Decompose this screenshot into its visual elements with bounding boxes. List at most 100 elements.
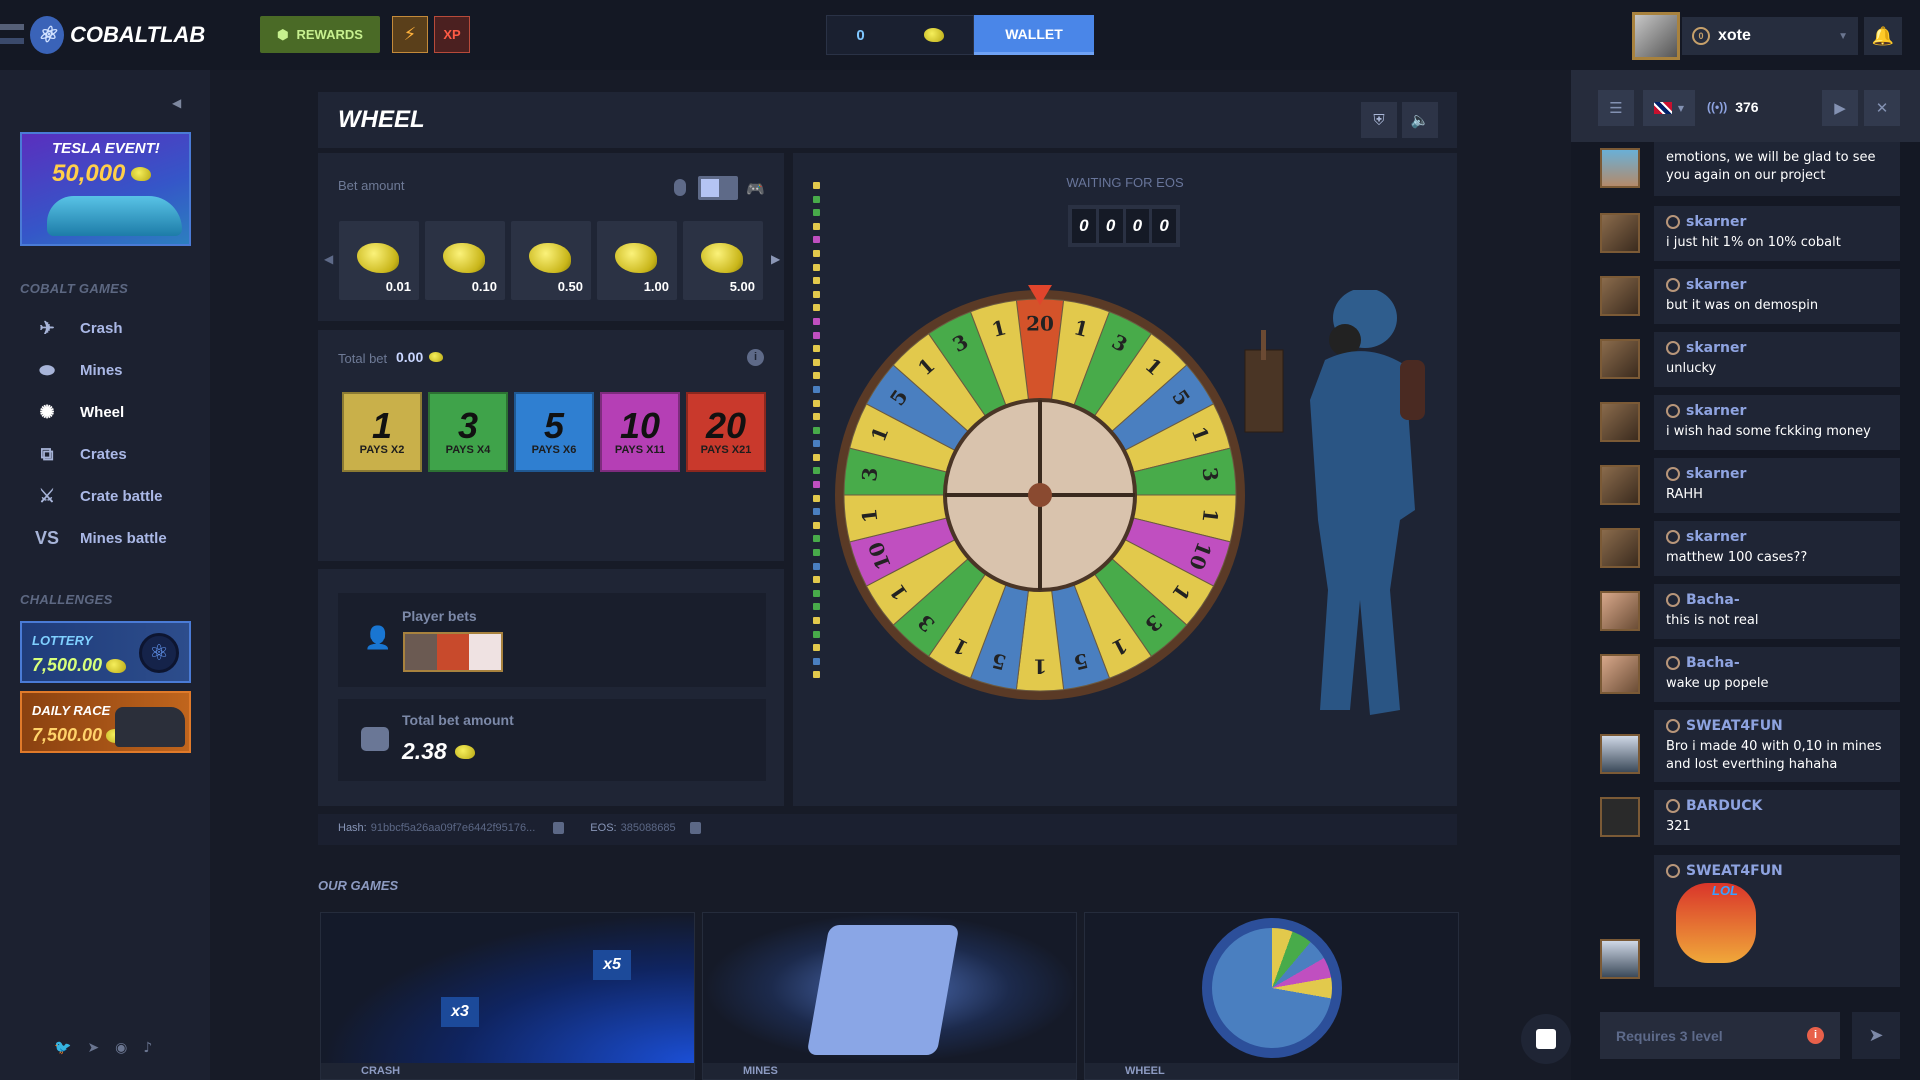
user-avatar[interactable] [1632, 12, 1680, 60]
bet-on-20-button[interactable]: 20 PAYS X21 [686, 392, 766, 472]
brand-logo[interactable]: ⚛ COBALTLAB [30, 16, 205, 54]
level-badge-icon [1666, 341, 1680, 355]
game-card-wheel[interactable]: WHEEL [1084, 912, 1459, 1080]
player-avatar[interactable] [469, 634, 501, 670]
sidebar-item-wheel[interactable]: ✺ Wheel [34, 397, 204, 427]
bet-chip-0.10[interactable]: 0.10 [425, 221, 505, 300]
chat-user-avatar[interactable] [1600, 939, 1640, 979]
bet-on-5-button[interactable]: 5 PAYS X6 [514, 392, 594, 472]
cobalt-nugget-icon [529, 243, 571, 273]
chat-user-avatar[interactable] [1600, 276, 1640, 316]
collapse-sidebar-icon[interactable]: ◀ [172, 96, 181, 110]
history-result-dot [813, 481, 820, 489]
discord-icon[interactable]: ◉ [115, 1040, 127, 1056]
landmine-icon: ⬬ [39, 359, 55, 380]
twitter-icon[interactable]: 🐦 [54, 1040, 71, 1056]
chat-user-avatar[interactable] [1600, 591, 1640, 631]
history-result-dot [813, 277, 820, 285]
level-badge-icon [1666, 799, 1680, 813]
sidebar-item-crate-battle[interactable]: ⚔ Crate battle [34, 481, 204, 511]
bet-chip-1.00[interactable]: 1.00 [597, 221, 677, 300]
crossed-swords-icon: ⚔ [38, 485, 56, 506]
chat-username[interactable]: skarner [1686, 466, 1746, 482]
chat-username[interactable]: skarner [1686, 214, 1746, 230]
bet-chip-5.00[interactable]: 5.00 [683, 221, 763, 300]
game-card-mines[interactable]: MINES [702, 912, 1077, 1080]
chat-user-avatar[interactable] [1600, 339, 1640, 379]
level-badge-icon [1666, 530, 1680, 544]
tesla-event-banner[interactable]: TESLA EVENT! 50,000 [20, 132, 191, 246]
telegram-icon[interactable]: ➤ [87, 1040, 99, 1056]
chat-username[interactable]: BARDUCK [1686, 798, 1762, 814]
xp-button[interactable]: XP [434, 16, 470, 53]
bet-chip-0.50[interactable]: 0.50 [511, 221, 591, 300]
chat-username[interactable]: SWEAT4FUN [1686, 718, 1783, 734]
input-mode-toggle[interactable] [698, 176, 738, 200]
sidebar-item-mines[interactable]: ⬬ Mines [34, 355, 204, 385]
history-result-dot [813, 358, 820, 366]
chips-scroll-left-icon[interactable]: ◀ [324, 252, 333, 266]
menu-icon[interactable] [0, 24, 24, 44]
support-chat-button[interactable] [1521, 1014, 1571, 1064]
chat-message-text: emotions, we will be glad to see you aga… [1666, 150, 1876, 183]
game-card-crash[interactable]: x3 x5 CRASH [320, 912, 695, 1080]
chat-expand-icon[interactable]: ▶ [1822, 90, 1858, 126]
send-message-icon[interactable]: ➤ [1852, 1012, 1900, 1059]
sidebar-item-crates[interactable]: ⧉ Crates [34, 439, 204, 469]
sidebar-item-crash[interactable]: ✈ Crash [34, 313, 204, 343]
user-menu[interactable]: 0 xote ▼ [1682, 17, 1858, 55]
chat-user-avatar[interactable] [1600, 148, 1640, 188]
player-avatar[interactable] [437, 634, 469, 670]
versus-icon: VS [34, 527, 59, 548]
player-bet-avatars[interactable] [403, 632, 503, 672]
copy-eos-icon[interactable] [689, 822, 701, 834]
nav-label: Mines [80, 361, 123, 379]
chat-user-avatar[interactable] [1600, 734, 1640, 774]
chat-close-icon[interactable]: ✕ [1864, 90, 1900, 126]
chat-input[interactable]: Requires 3 level i [1600, 1012, 1840, 1059]
daily-race-challenge[interactable]: DAILY RACE 7,500.00 [20, 691, 191, 753]
history-result-dot [813, 182, 820, 189]
history-result-dot [813, 372, 820, 380]
wallet-button[interactable]: WALLET [974, 15, 1094, 55]
chat-user-avatar[interactable] [1600, 213, 1640, 253]
chips-scroll-right-icon[interactable]: ▶ [771, 252, 780, 266]
user-icon: 👤 [364, 626, 392, 651]
chat-username[interactable]: Bacha- [1686, 655, 1740, 671]
nav-label: Crate battle [80, 487, 163, 505]
player-avatar[interactable] [405, 634, 437, 670]
bet-on-10-button[interactable]: 10 PAYS X11 [600, 392, 680, 472]
notifications-bell-icon[interactable]: 🔔 [1864, 17, 1902, 55]
chat-user-avatar[interactable] [1600, 654, 1640, 694]
info-icon[interactable]: i [747, 349, 764, 366]
rewards-button[interactable]: ⬢ REWARDS [260, 16, 380, 53]
chat-username[interactable]: SWEAT4FUN [1686, 863, 1783, 879]
lottery-challenge[interactable]: LOTTERY 7,500.00 ⚛ [20, 621, 191, 683]
boost-button[interactable]: ⚡ [392, 16, 428, 53]
info-icon[interactable]: i [1807, 1027, 1824, 1044]
bet-on-3-button[interactable]: 3 PAYS X4 [428, 392, 508, 472]
chat-user-avatar[interactable] [1600, 528, 1640, 568]
chat-username[interactable]: skarner [1686, 529, 1746, 545]
sound-toggle-icon[interactable]: 🔈 [1402, 102, 1438, 138]
sidebar-item-mines-battle[interactable]: VS Mines battle [34, 523, 204, 553]
bet-chip-0.01[interactable]: 0.01 [339, 221, 419, 300]
lol-sticker-image: LOL [1676, 883, 1756, 963]
history-result-dot [813, 426, 820, 434]
chat-user-avatar[interactable] [1600, 465, 1640, 505]
chat-username[interactable]: skarner [1686, 403, 1746, 419]
chat-username[interactable]: Bacha- [1686, 592, 1740, 608]
history-result-dot [813, 617, 820, 624]
chat-username[interactable]: skarner [1686, 277, 1746, 293]
tiktok-icon[interactable]: ♪ [143, 1040, 152, 1056]
brand-name: COBALTLAB [70, 22, 206, 47]
chat-user-avatar[interactable] [1600, 797, 1640, 837]
chat-username[interactable]: skarner [1686, 340, 1746, 356]
chat-user-avatar[interactable] [1600, 402, 1640, 442]
copy-hash-icon[interactable] [553, 822, 565, 834]
multiplier-value: 20 [705, 405, 747, 446]
bet-on-1-button[interactable]: 1 PAYS X2 [342, 392, 422, 472]
language-select[interactable]: ▼ [1643, 90, 1695, 126]
chat-rules-icon[interactable]: ☰ [1598, 90, 1634, 126]
provably-fair-shield-icon[interactable]: ⛨ [1361, 102, 1397, 138]
